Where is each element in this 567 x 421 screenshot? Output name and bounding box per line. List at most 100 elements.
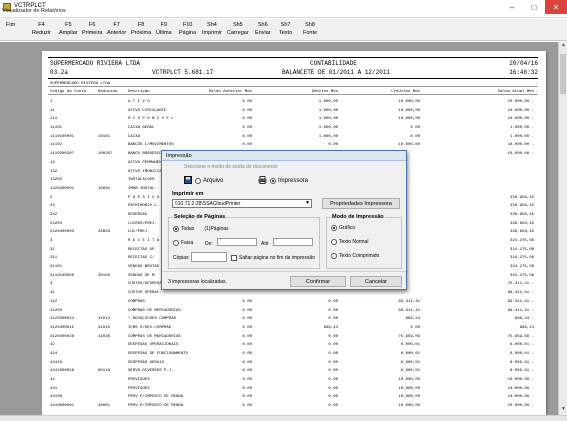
cell-current-balance: 10.000,00 - — [507, 378, 534, 382]
to-page-input[interactable] — [273, 238, 313, 246]
cell-description: ICMS S/DEV.COMPRAS — [128, 325, 172, 330]
floppy-disk-icon — [184, 176, 192, 186]
cell-account-code: 311 — [50, 256, 58, 261]
cell-debits: 0.00 — [328, 334, 338, 339]
cell-previous-balance: 0.00 — [242, 360, 252, 365]
toolbar-label: Carregar — [227, 30, 249, 36]
cell-previous-balance: 0.00 — [242, 404, 252, 409]
skip-page-checkbox[interactable]: Saltar página no fim da impressão — [231, 255, 315, 261]
option-mode-compressed[interactable]: Texto Comprimido — [331, 253, 379, 259]
col-header-previous-balance: Saldo Anterior Mes — [208, 90, 252, 94]
option-printer[interactable]: Impressora — [258, 176, 308, 186]
toolbar-reduzir[interactable]: F4 Reduzir — [32, 21, 51, 37]
cell-account-code: 2 — [50, 195, 53, 200]
cell-description: R E C E I T A — [128, 239, 160, 243]
vertical-scrollbar[interactable]: ▲ ▼ — [558, 42, 567, 415]
report-program: VCTRPLCT 5.681.17 — [152, 69, 214, 76]
col-header-code: Código da Conta — [50, 90, 87, 94]
cell-description: COMPRAS DE MERCADORIAS — [128, 308, 181, 313]
cell-description: PATRIMONIO L. — [128, 204, 160, 209]
cell-account-code: 24204 — [50, 221, 63, 226]
cell-current-balance: 238.956,45 — [509, 221, 534, 226]
radio-mode-compressed[interactable] — [331, 253, 337, 259]
report-date: 20/04/16 — [509, 60, 538, 67]
cell-debits: 1.000,00 — [318, 126, 338, 131]
cell-previous-balance: 0.00 — [242, 334, 252, 339]
table-row: 424 DESPESAS DE FUNCIONAMENTO 0.00 0.00 6.00… — [48, 351, 538, 360]
radio-mode-graphic[interactable] — [331, 225, 337, 231]
report-balance: BALANCETE DE 01/2011 A 12/2011 — [282, 69, 391, 76]
option-range[interactable]: Faixa — [173, 240, 193, 246]
cell-current-balance: 10.000,00 - — [507, 100, 534, 104]
cell-credits: 6.000,01 — [400, 369, 420, 374]
toolbar-proxima[interactable]: F8 Próxima — [131, 21, 151, 37]
minimize-button[interactable]: – — [501, 0, 523, 14]
cell-credits: 10.000,00 — [398, 117, 420, 122]
cell-credits: 666,24 — [405, 317, 420, 322]
cell-current-balance: 324.275,08 — [509, 239, 534, 243]
toolbar-imprimir[interactable]: Sh4 Imprimir — [202, 21, 222, 37]
maximize-button[interactable]: □ — [523, 0, 545, 14]
option-all-pages[interactable]: Todas (1)Páginas — [173, 226, 229, 232]
cell-debits: 0.00 — [328, 369, 338, 374]
scroll-up-icon[interactable]: ▲ — [559, 42, 567, 51]
cell-account-code: 13203 — [50, 178, 63, 183]
close-button[interactable]: ✕ — [545, 0, 567, 14]
scroll-thumb[interactable] — [560, 54, 566, 94]
table-row: 4120300026 41026 COMPRAS DE MERCADORIAS 0.0… — [48, 334, 538, 343]
toolbar-key: Sh8 — [305, 22, 315, 28]
cell-current-balance: 666,24 — [519, 325, 534, 330]
radio-range[interactable] — [173, 240, 179, 246]
cancel-button[interactable]: Cancelar — [350, 276, 402, 287]
toolbar: Fim F4 Reduzir F5 Ampliar F6 Primeira F7 Ant… — [0, 19, 567, 41]
radio-mode-normal[interactable] — [331, 239, 337, 245]
cell-account-code: 44 — [50, 378, 55, 382]
skip-page-check[interactable] — [231, 255, 237, 261]
option-mode-graphic[interactable]: Gráfico — [331, 225, 355, 231]
toolbar-label: Enviar — [255, 30, 271, 36]
cell-account-code: 11102 — [50, 143, 63, 148]
toolbar-label: Última — [156, 30, 172, 36]
cell-credits: 0.00 — [410, 126, 420, 131]
cell-account-code: 2420400003 — [50, 230, 75, 235]
cell-description: BANCOS C/MOVIMENTOS — [128, 143, 174, 148]
confirm-button[interactable]: Confirmar — [290, 276, 346, 287]
cell-account-code: 11 — [50, 108, 55, 113]
radio-printer[interactable] — [270, 178, 276, 184]
cell-current-balance: 238.956,45 — [509, 204, 534, 209]
toolbar-primeira[interactable]: F6 Primeira — [82, 21, 102, 37]
toolbar-fim[interactable]: Fim — [6, 21, 15, 29]
to-label: Até — [261, 241, 269, 247]
toolbar-enviar[interactable]: Sh6 Enviar — [255, 21, 271, 37]
printer-select[interactable]: \\10.71.2.28\SSACloudPrinter ▼ — [172, 199, 312, 208]
mode-compressed-label: Texto Comprimido — [339, 253, 380, 259]
toolbar-ultima[interactable]: F9 Última — [156, 21, 172, 37]
cell-reduced-code: 46801 — [98, 404, 111, 409]
toolbar-anterior[interactable]: F7 Anterior — [107, 21, 126, 37]
table-row: 111 D I S P O N I V E L 0.00 1.000,00 10.000… — [48, 116, 538, 125]
printer-properties-button[interactable]: Propriedades Impressora — [322, 198, 400, 209]
cell-account-code: 41 — [50, 291, 55, 296]
radio-all-pages[interactable] — [173, 226, 179, 232]
cell-current-balance: 1.000,00 - — [509, 134, 534, 139]
toolbar-pagina[interactable]: F10 Página — [179, 21, 196, 37]
toolbar-fonte[interactable]: Sh8 Fonte — [303, 21, 317, 37]
cell-description: PROV.P/IMPOSTO DE RENDA — [128, 395, 184, 400]
cell-description: RECEITAS C/ — [128, 256, 155, 261]
scroll-down-icon[interactable]: ▼ — [559, 406, 567, 415]
cell-description: RESERVAS — [128, 212, 148, 217]
option-file[interactable]: Arquivo — [184, 176, 223, 186]
copies-input[interactable] — [191, 252, 227, 262]
toolbar-carregar[interactable]: Sh5 Carregar — [227, 21, 249, 37]
cell-description: PROV.P/IMPOSTO DE RENDA — [128, 404, 184, 409]
cell-credits: 10.000,00 — [398, 395, 420, 400]
toolbar-texto[interactable]: Sh7 Texto — [279, 21, 292, 37]
from-page-input[interactable] — [217, 238, 257, 246]
cell-description: CUSTOS OPERAC. — [128, 291, 162, 296]
radio-file[interactable] — [195, 178, 201, 184]
cell-debits: 0.00 — [328, 143, 338, 148]
status-bar — [0, 415, 567, 421]
mode-graphic-label: Gráfico — [339, 225, 356, 231]
option-mode-normal[interactable]: Texto Normal — [331, 239, 368, 245]
toolbar-ampliar[interactable]: F5 Ampliar — [59, 21, 78, 37]
